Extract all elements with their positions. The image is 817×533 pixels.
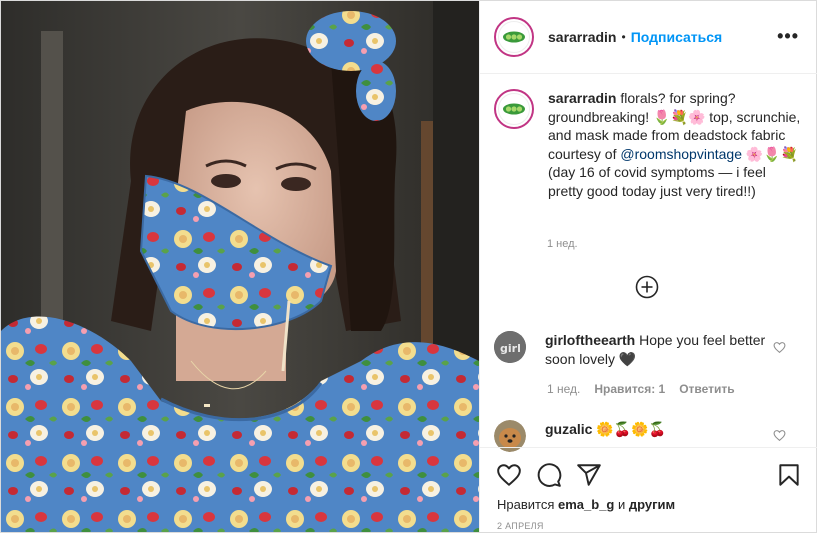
comment-text: girloftheearth Hope you feel better soon…	[545, 331, 770, 368]
author-username-link[interactable]: sararradin	[548, 29, 616, 45]
likes-conjunction: и	[618, 497, 626, 512]
heart-icon[interactable]	[496, 462, 522, 488]
post-container: sararradin • Подписаться ••• sararradin …	[0, 0, 817, 533]
author-avatar[interactable]	[494, 17, 534, 57]
caption-avatar[interactable]	[494, 89, 534, 129]
bookmark-icon[interactable]	[776, 462, 802, 488]
plus-circle-icon[interactable]	[635, 275, 659, 299]
more-options-icon[interactable]: •••	[777, 27, 799, 45]
post-header: sararradin • Подписаться •••	[480, 1, 817, 74]
header-separator: •	[621, 30, 626, 44]
reply-button[interactable]: Ответить	[679, 382, 734, 396]
photo-illustration	[1, 1, 479, 532]
post-date[interactable]: 2 АПРЕЛЯ	[497, 521, 544, 531]
commenter-username-link[interactable]: guzalic	[545, 421, 592, 437]
peapod-logo-icon	[498, 93, 530, 125]
comment-like-heart-icon[interactable]	[773, 429, 786, 442]
comment-item: girl girloftheearth Hope you feel better…	[494, 331, 804, 368]
liker-username-link[interactable]: ema_b_g	[558, 497, 614, 512]
likes-prefix: Нравится	[497, 497, 555, 512]
post-photo[interactable]	[1, 1, 479, 532]
likes-summary: Нравится ema_b_g и другим	[497, 497, 675, 512]
svg-text:girl: girl	[500, 342, 521, 355]
commenter-avatar[interactable]: girl	[494, 331, 526, 363]
share-icon[interactable]	[576, 462, 602, 488]
mention-link[interactable]: @roomshopvintage	[620, 146, 742, 162]
likes-others-link[interactable]: другим	[629, 497, 675, 512]
comment-meta: 1 нед. Нравится: 1 Ответить	[547, 382, 735, 396]
caption-username-link[interactable]: sararradin	[548, 90, 616, 106]
comment-timestamp[interactable]: 1 нед.	[547, 382, 580, 396]
peapod-logo-icon	[498, 21, 530, 53]
comment-like-heart-icon[interactable]	[773, 341, 786, 354]
post-actions: Нравится ema_b_g и другим 2 АПРЕЛЯ	[480, 447, 817, 532]
comment-likes-link[interactable]: Нравится: 1	[594, 382, 665, 396]
post-caption: sararradin florals? for spring? groundbr…	[494, 89, 804, 200]
caption-timestamp[interactable]: 1 нед.	[547, 238, 578, 250]
comment-icon[interactable]	[536, 462, 562, 488]
commenter-username-link[interactable]: girloftheearth	[545, 332, 635, 348]
comment-body: 🌼🍒🌼🍒	[596, 421, 667, 437]
post-side-panel: sararradin • Подписаться ••• sararradin …	[479, 1, 817, 532]
caption-text: sararradin florals? for spring? groundbr…	[548, 89, 804, 200]
follow-button[interactable]: Подписаться	[631, 29, 723, 45]
